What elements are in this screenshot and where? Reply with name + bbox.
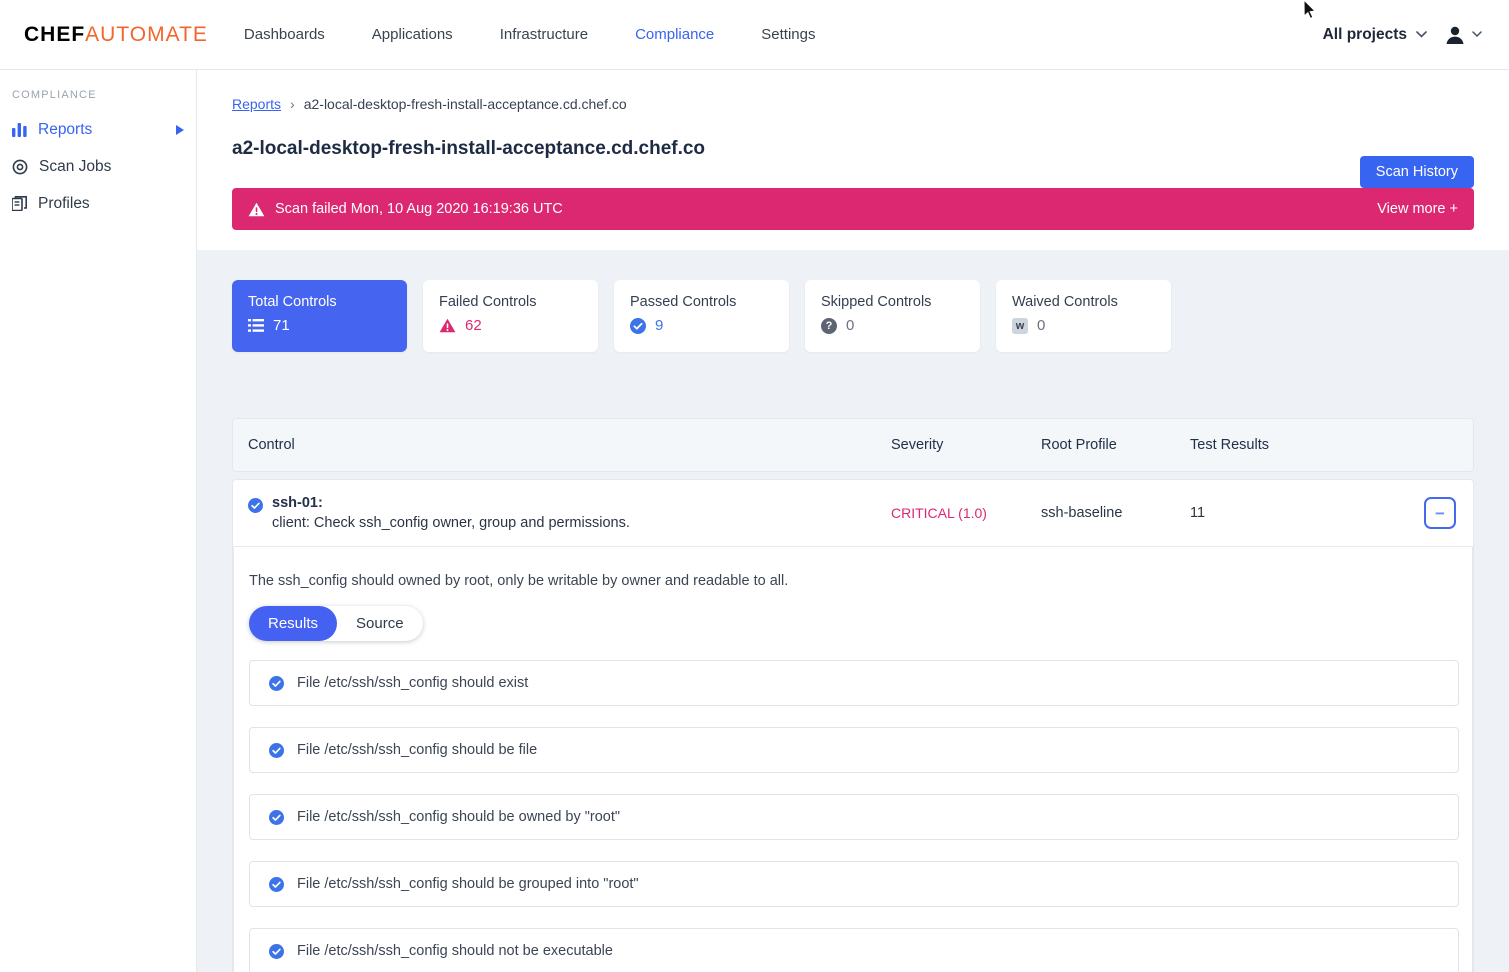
- control-detail-panel: The ssh_config should owned by root, onl…: [233, 547, 1473, 972]
- card-skipped-controls[interactable]: Skipped Controls ? 0: [805, 280, 980, 352]
- col-header-root-profile: Root Profile: [1041, 437, 1190, 453]
- control-id: ssh-01:: [272, 495, 630, 511]
- col-header-severity: Severity: [891, 437, 1041, 453]
- page-header: Reports › a2-local-desktop-fresh-install…: [197, 70, 1509, 250]
- card-label: Skipped Controls: [821, 294, 964, 310]
- scan-failed-banner: Scan failed Mon, 10 Aug 2020 16:19:36 UT…: [232, 188, 1474, 230]
- check-circle-icon: [269, 944, 284, 959]
- table-header-row: Control Severity Root Profile Test Resul…: [232, 418, 1474, 472]
- sidebar-item-label: Profiles: [38, 195, 90, 213]
- results-list: File /etc/ssh/ssh_config should exist Fi…: [249, 660, 1457, 972]
- card-count: 9: [655, 317, 663, 334]
- root-profile-value: ssh-baseline: [1041, 505, 1190, 521]
- sidebar-section-title: COMPLIANCE: [12, 89, 196, 101]
- nav-item-dashboards[interactable]: Dashboards: [244, 26, 325, 43]
- sidebar-item-label: Reports: [38, 121, 92, 139]
- control-description: client: Check ssh_config owner, group an…: [272, 515, 630, 531]
- nav-right-group: All projects: [1323, 24, 1483, 46]
- warning-icon: [248, 202, 265, 217]
- question-icon: ?: [821, 318, 837, 334]
- result-text: File /etc/ssh/ssh_config should not be e…: [297, 943, 613, 959]
- breadcrumb-separator-icon: ›: [290, 96, 295, 112]
- main-content: Reports › a2-local-desktop-fresh-install…: [197, 70, 1509, 972]
- chef-automate-logo[interactable]: CHEFAUTOMATE: [24, 23, 208, 47]
- detail-tabs: Results Source: [249, 606, 423, 641]
- result-text: File /etc/ssh/ssh_config should exist: [297, 675, 528, 691]
- nav-item-settings[interactable]: Settings: [761, 26, 815, 43]
- banner-message: Scan failed Mon, 10 Aug 2020 16:19:36 UT…: [275, 201, 563, 217]
- check-circle-icon: [269, 810, 284, 825]
- check-circle-icon: [269, 676, 284, 691]
- banner-view-more[interactable]: View more +: [1377, 201, 1458, 217]
- card-waived-controls[interactable]: Waived Controls w 0: [996, 280, 1171, 352]
- sidebar-item-reports[interactable]: Reports: [0, 111, 196, 148]
- control-detail-description: The ssh_config should owned by root, onl…: [249, 573, 1457, 589]
- list-item: File /etc/ssh/ssh_config should be owned…: [249, 794, 1459, 840]
- summary-cards: Total Controls 71 Failed Controls 62 Pas…: [232, 280, 1474, 352]
- card-failed-controls[interactable]: Failed Controls 62: [423, 280, 598, 352]
- list-item: File /etc/ssh/ssh_config should be file: [249, 727, 1459, 773]
- projects-dropdown-label[interactable]: All projects: [1323, 26, 1407, 44]
- check-circle-icon: [269, 743, 284, 758]
- tab-source[interactable]: Source: [337, 606, 423, 641]
- col-header-test-results: Test Results: [1190, 437, 1473, 453]
- controls-table: Control Severity Root Profile Test Resul…: [232, 418, 1474, 972]
- warning-icon: [439, 318, 456, 333]
- bar-chart-icon: [12, 123, 27, 137]
- radar-icon: [12, 159, 28, 175]
- breadcrumb-reports-link[interactable]: Reports: [232, 96, 281, 112]
- col-header-control: Control: [248, 437, 891, 453]
- breadcrumb: Reports › a2-local-desktop-fresh-install…: [232, 96, 1474, 112]
- sidebar-item-scan-jobs[interactable]: Scan Jobs: [0, 148, 196, 185]
- nav-item-infrastructure[interactable]: Infrastructure: [500, 26, 588, 43]
- tab-results[interactable]: Results: [249, 606, 337, 641]
- card-label: Waived Controls: [1012, 294, 1155, 310]
- top-nav: CHEFAUTOMATE Dashboards Applications Inf…: [0, 0, 1509, 70]
- collapse-row-button[interactable]: −: [1424, 497, 1456, 529]
- page-title: a2-local-desktop-fresh-install-acceptanc…: [232, 138, 1474, 160]
- user-menu[interactable]: [1444, 24, 1483, 46]
- profiles-icon: [12, 196, 27, 211]
- user-icon: [1444, 24, 1466, 46]
- scan-history-button[interactable]: Scan History: [1360, 156, 1474, 188]
- result-text: File /etc/ssh/ssh_config should be group…: [297, 876, 639, 892]
- result-text: File /etc/ssh/ssh_config should be owned…: [297, 809, 620, 825]
- card-count: 62: [465, 317, 482, 334]
- card-label: Passed Controls: [630, 294, 773, 310]
- chevron-right-icon[interactable]: [176, 125, 184, 135]
- waived-icon: w: [1012, 318, 1028, 334]
- logo-automate: AUTOMATE: [85, 23, 208, 46]
- card-label: Failed Controls: [439, 294, 582, 310]
- check-circle-icon: [248, 498, 263, 513]
- list-item: File /etc/ssh/ssh_config should be group…: [249, 861, 1459, 907]
- severity-value: CRITICAL (1.0): [891, 505, 1041, 521]
- result-text: File /etc/ssh/ssh_config should be file: [297, 742, 537, 758]
- list-item: File /etc/ssh/ssh_config should not be e…: [249, 928, 1459, 972]
- chevron-down-icon: [1472, 31, 1483, 38]
- card-label: Total Controls: [248, 294, 391, 310]
- logo-chef: CHEF: [24, 23, 85, 46]
- card-passed-controls[interactable]: Passed Controls 9: [614, 280, 789, 352]
- list-icon: [248, 319, 264, 332]
- card-total-controls[interactable]: Total Controls 71: [232, 280, 407, 352]
- control-card: ssh-01: client: Check ssh_config owner, …: [232, 479, 1474, 972]
- sidebar-item-profiles[interactable]: Profiles: [0, 185, 196, 222]
- chevron-down-icon[interactable]: [1416, 31, 1427, 38]
- sidebar-item-label: Scan Jobs: [39, 158, 111, 176]
- list-item: File /etc/ssh/ssh_config should exist: [249, 660, 1459, 706]
- compliance-sidebar: COMPLIANCE Reports Scan Jobs Profiles: [0, 70, 197, 972]
- card-count: 71: [273, 317, 290, 334]
- nav-item-applications[interactable]: Applications: [372, 26, 453, 43]
- card-count: 0: [846, 317, 854, 334]
- table-row[interactable]: ssh-01: client: Check ssh_config owner, …: [233, 480, 1473, 547]
- card-count: 0: [1037, 317, 1045, 334]
- nav-item-compliance[interactable]: Compliance: [635, 26, 714, 43]
- check-circle-icon: [630, 318, 646, 334]
- primary-nav: Dashboards Applications Infrastructure C…: [244, 26, 816, 43]
- breadcrumb-current: a2-local-desktop-fresh-install-acceptanc…: [304, 96, 627, 112]
- check-circle-icon: [269, 877, 284, 892]
